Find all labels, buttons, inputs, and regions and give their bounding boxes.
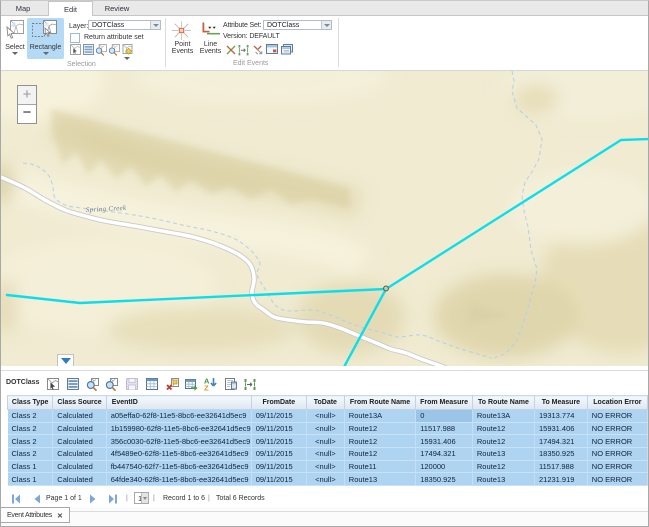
svg-text:Z: Z xyxy=(204,384,209,392)
